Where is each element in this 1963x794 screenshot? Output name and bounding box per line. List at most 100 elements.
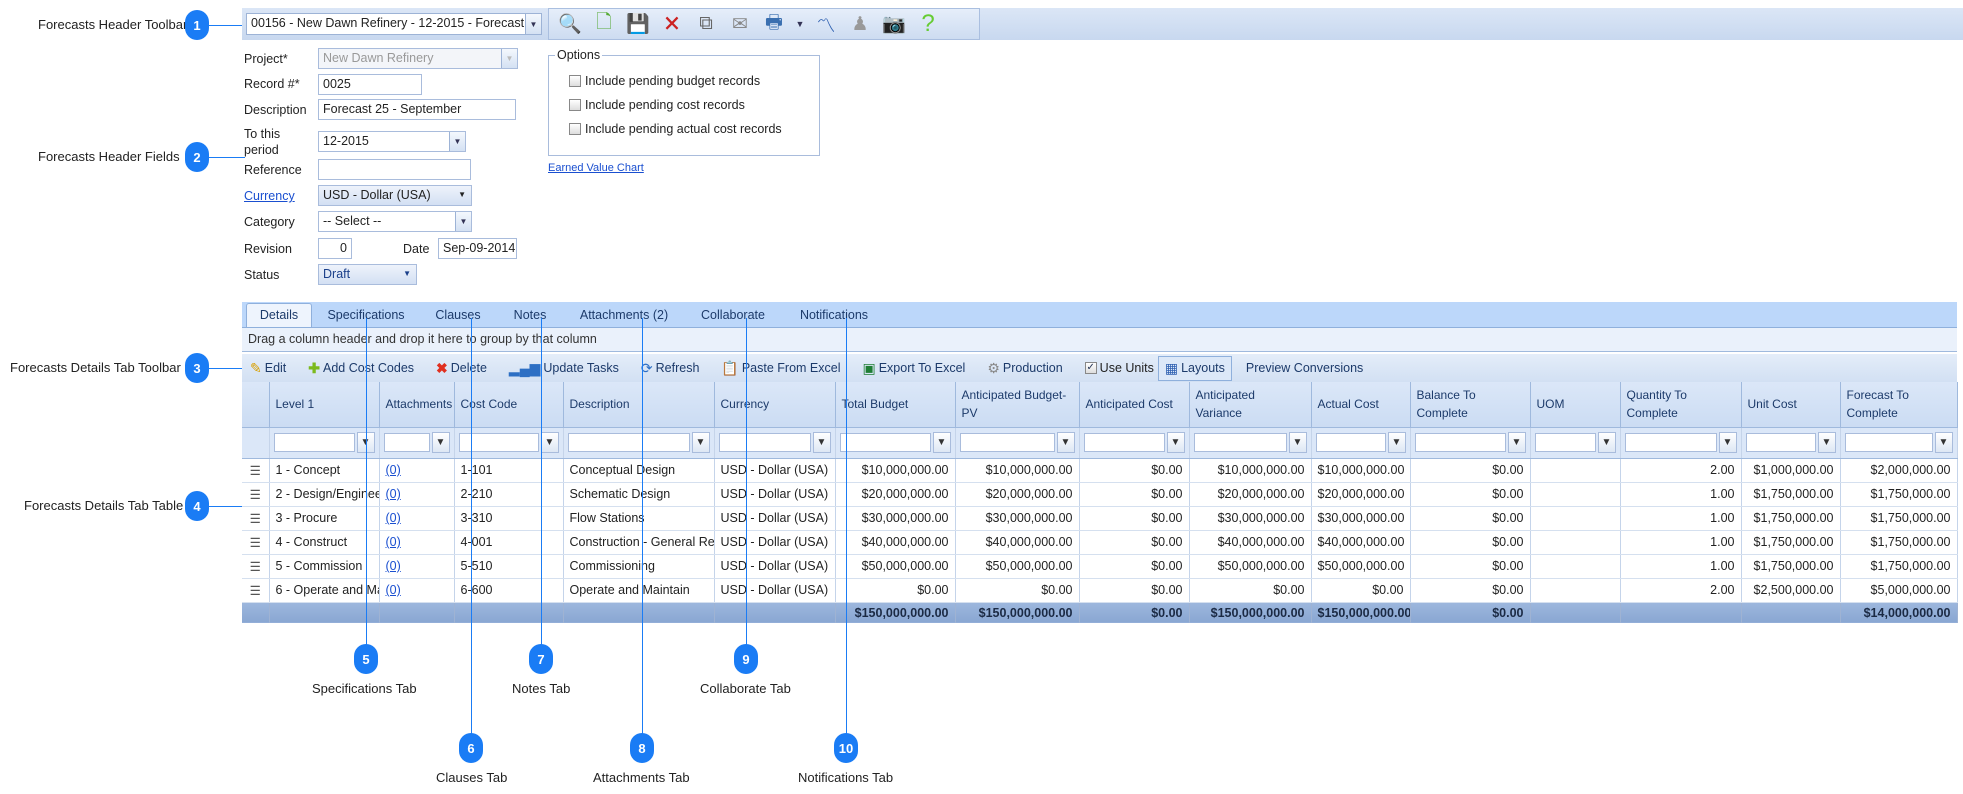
filter-icon[interactable]: ▼	[932, 432, 951, 453]
filter-input[interactable]	[1745, 433, 1816, 452]
chevron-down-icon[interactable]: ▼	[403, 269, 411, 278]
filter-input[interactable]	[383, 433, 430, 452]
checkbox[interactable]	[569, 123, 581, 135]
column-header-balance-to-complete[interactable]: Balance To Complete	[1410, 382, 1531, 428]
chevron-down-icon[interactable]: ▼	[455, 212, 471, 231]
chart-icon[interactable]: 〽	[813, 11, 839, 37]
save-icon[interactable]: 💾	[625, 11, 651, 37]
table-row[interactable]: ☰ 6 - Operate and Ma (0) 6-600 Operate and M…	[242, 578, 1958, 603]
filter-icon[interactable]: ▼	[1387, 432, 1406, 453]
export-to-excel-button[interactable]: ▣ Export To Excel	[862, 360, 965, 377]
table-row[interactable]: ☰ 5 - Commission (0) 5-510 Commissioning USD …	[242, 554, 1958, 579]
filter-icon[interactable]: ▼	[431, 432, 450, 453]
camera-icon[interactable]: 📷	[881, 11, 907, 37]
column-header-forecast-to-complete[interactable]: Forecast To Complete	[1840, 382, 1958, 428]
option-pending-cost[interactable]: Include pending cost records	[569, 98, 745, 112]
delete-document-icon[interactable]: 🗙	[659, 11, 685, 37]
column-header-unit-cost[interactable]: Unit Cost	[1741, 382, 1841, 428]
add-cost-codes-button[interactable]: ✚ Add Cost Codes	[308, 360, 414, 377]
option-pending-actual-cost[interactable]: Include pending actual cost records	[569, 122, 782, 136]
filter-input[interactable]	[959, 433, 1055, 452]
chevron-down-icon[interactable]: ▼	[525, 14, 541, 34]
update-tasks-button[interactable]: ▂▄▆ Update Tasks	[509, 360, 619, 377]
attachments-link[interactable]: (0)	[379, 482, 455, 507]
row-detail-icon[interactable]: ☰	[242, 458, 270, 483]
filter-icon[interactable]: ▼	[540, 432, 559, 453]
filter-input[interactable]	[1315, 433, 1386, 452]
filter-icon[interactable]: ▼	[1166, 432, 1185, 453]
checkbox[interactable]	[569, 75, 581, 87]
column-header-total-budget[interactable]: Total Budget	[835, 382, 956, 428]
tab-attachments[interactable]: Attachments (2)	[564, 304, 684, 327]
attachments-link[interactable]: (0)	[379, 530, 455, 555]
chevron-down-icon[interactable]: ▼	[458, 190, 466, 199]
tab-details[interactable]: Details	[246, 303, 312, 327]
column-header-anticipated-cost[interactable]: Anticipated Cost	[1079, 382, 1190, 428]
filter-input[interactable]	[1534, 433, 1596, 452]
filter-input[interactable]	[273, 433, 355, 452]
column-header-attachments[interactable]: Attachments	[379, 382, 455, 428]
filter-input[interactable]	[839, 433, 931, 452]
table-row[interactable]: ☰ 1 - Concept (0) 1-101 Conceptual Design USD…	[242, 458, 1958, 483]
attachments-link[interactable]: (0)	[379, 578, 455, 603]
option-pending-budget[interactable]: Include pending budget records	[569, 74, 760, 88]
filter-icon[interactable]: ▼	[1288, 432, 1307, 453]
period-select[interactable]: 12-2015 ▼	[318, 131, 466, 152]
row-detail-icon[interactable]: ☰	[242, 482, 270, 507]
column-header-quantity-to-complete[interactable]: Quantity To Complete	[1620, 382, 1742, 428]
filter-icon[interactable]: ▼	[1934, 432, 1953, 453]
paste-from-excel-button[interactable]: 📋 Paste From Excel	[721, 360, 840, 377]
column-header-currency[interactable]: Currency	[714, 382, 836, 428]
status-select[interactable]: Draft ▼	[318, 264, 417, 285]
print-icon[interactable]: 🖶	[761, 11, 787, 37]
table-row[interactable]: ☰ 4 - Construct (0) 4-001 Construction - Gen…	[242, 530, 1958, 555]
attachments-link[interactable]: (0)	[379, 554, 455, 579]
tab-notifications[interactable]: Notifications	[782, 304, 886, 327]
filter-icon[interactable]: ▼	[1056, 432, 1075, 453]
column-header-description[interactable]: Description	[563, 382, 715, 428]
filter-input[interactable]	[1193, 433, 1287, 452]
search-icon[interactable]: 🔍	[557, 11, 583, 37]
filter-icon[interactable]: ▼	[812, 432, 831, 453]
description-input[interactable]: Forecast 25 - September	[318, 99, 516, 120]
production-button[interactable]: ⚙ Production	[987, 360, 1062, 377]
filter-input[interactable]	[567, 433, 690, 452]
row-detail-icon[interactable]: ☰	[242, 506, 270, 531]
new-document-icon[interactable]: 🗋	[591, 11, 617, 37]
row-detail-icon[interactable]: ☰	[242, 554, 270, 579]
category-select[interactable]: -- Select -- ▼	[318, 211, 472, 232]
column-header-anticipated-variance[interactable]: Anticipated Variance	[1189, 382, 1312, 428]
filter-icon[interactable]: ▼	[1817, 432, 1836, 453]
chevron-down-icon[interactable]: ▼	[449, 132, 465, 151]
stamp-icon[interactable]: ♟	[847, 11, 873, 37]
email-icon[interactable]: ✉	[727, 11, 753, 37]
copy-icon[interactable]: ⧉	[693, 11, 719, 37]
table-row[interactable]: ☰ 2 - Design/Enginee (0) 2-210 Schematic Des…	[242, 482, 1958, 507]
attachments-link[interactable]: (0)	[379, 458, 455, 483]
preview-conversions-button[interactable]: Preview Conversions	[1246, 361, 1363, 375]
filter-input[interactable]	[718, 433, 811, 452]
record-select[interactable]: 00156 - New Dawn Refinery - 12-2015 - Fo…	[246, 13, 542, 35]
column-header-actual-cost[interactable]: Actual Cost	[1311, 382, 1411, 428]
table-row[interactable]: ☰ 3 - Procure (0) 3-310 Flow Stations USD - D…	[242, 506, 1958, 531]
column-header-anticipated-budget-pv[interactable]: Anticipated Budget-PV	[955, 382, 1080, 428]
row-detail-icon[interactable]: ☰	[242, 530, 270, 555]
use-units-toggle[interactable]: ✓ Use Units	[1084, 361, 1154, 375]
layouts-button[interactable]: ▦ Layouts	[1157, 355, 1232, 381]
column-header-level-1[interactable]: Level 1	[269, 382, 380, 428]
filter-icon[interactable]: ▼	[1597, 432, 1616, 453]
revision-input[interactable]: 0	[318, 238, 352, 259]
filter-icon[interactable]: ▼	[1507, 432, 1526, 453]
filter-input[interactable]	[1844, 433, 1933, 452]
group-by-area[interactable]: Drag a column header and drop it here to…	[242, 328, 1957, 352]
column-header-uom[interactable]: UOM	[1530, 382, 1621, 428]
date-input[interactable]: Sep-09-2014	[438, 238, 517, 259]
tab-clauses[interactable]: Clauses	[420, 304, 496, 327]
print-dropdown-icon[interactable]: ▼	[795, 11, 805, 37]
tab-collaborate[interactable]: Collaborate	[684, 304, 782, 327]
currency-select[interactable]: USD - Dollar (USA) ▼	[318, 185, 472, 206]
checkbox[interactable]	[569, 99, 581, 111]
checkbox-checked-icon[interactable]: ✓	[1084, 362, 1097, 374]
delete-button[interactable]: ✖ Delete	[436, 360, 487, 377]
filter-input[interactable]	[1624, 433, 1717, 452]
